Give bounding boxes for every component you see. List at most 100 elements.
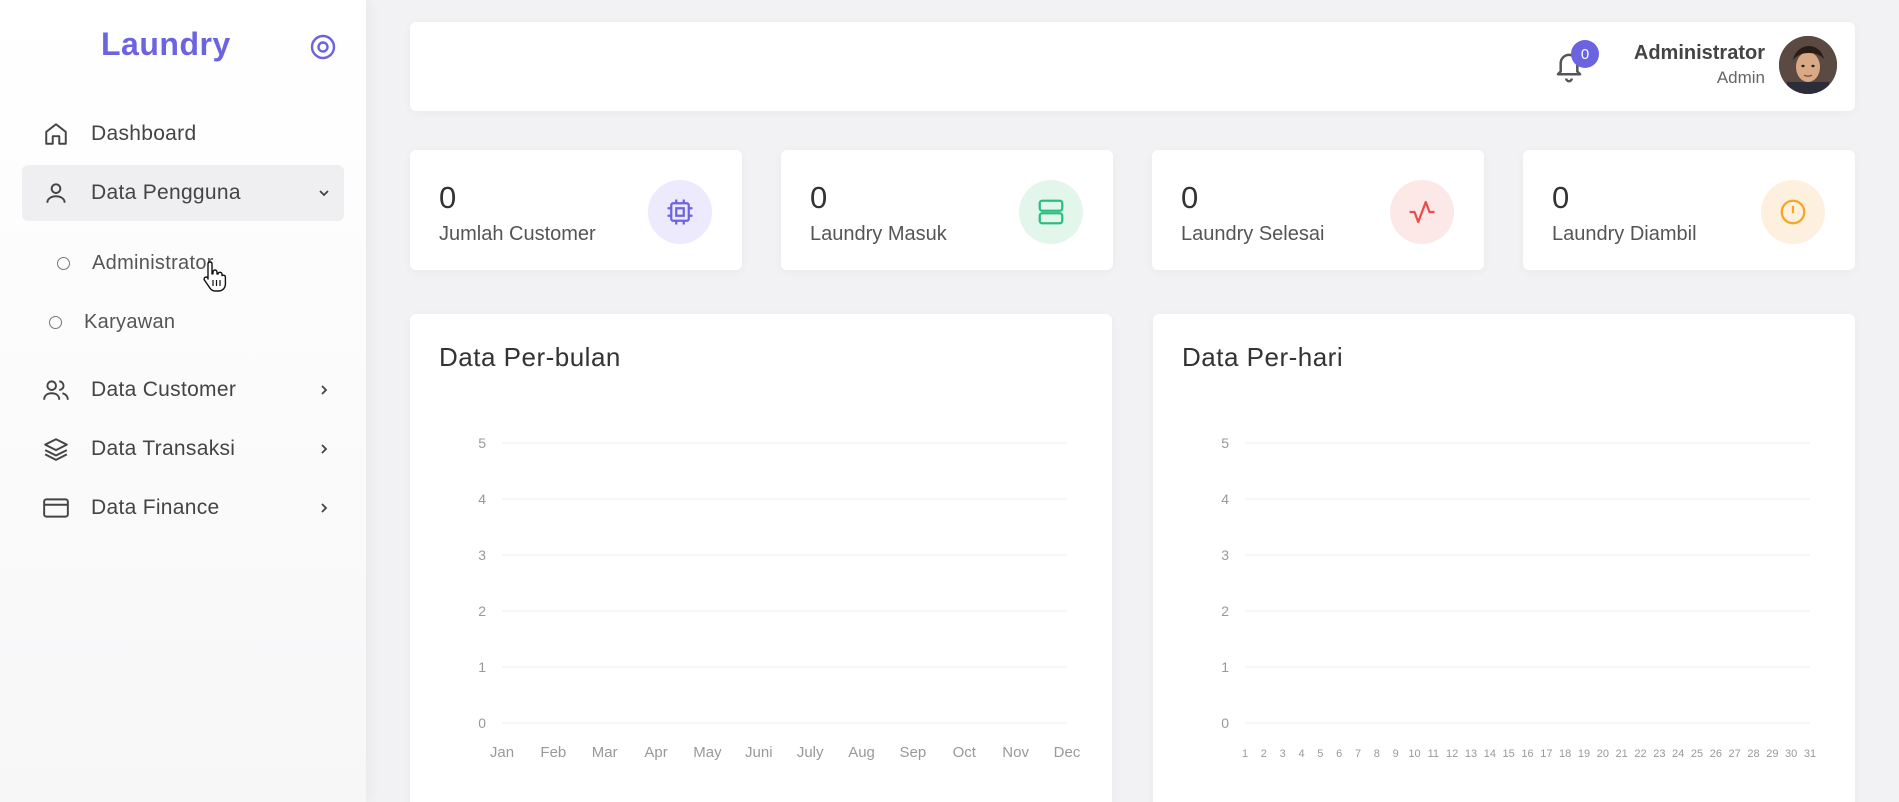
sidebar-item-data-customer[interactable]: Data Customer bbox=[22, 362, 344, 418]
sidebar-subitem-administrator[interactable]: Administrator bbox=[57, 243, 214, 283]
bullet-icon bbox=[57, 256, 70, 270]
server-icon bbox=[1019, 180, 1083, 244]
x-tick-label: 28 bbox=[1747, 748, 1759, 760]
stat-card-laundry-diambil: 0 Laundry Diambil bbox=[1523, 150, 1855, 270]
chart-per-bulan: 0 1 2 3 4 5 Jan Feb Mar Apr May Juni July Aug Sep Oct No… bbox=[478, 435, 1081, 761]
y-tick-label: 0 bbox=[478, 715, 486, 731]
y-tick-label: 1 bbox=[1221, 659, 1229, 675]
x-tick-label: Oct bbox=[953, 744, 977, 761]
sidebar-item-label: Data Transaksi bbox=[91, 437, 236, 460]
stat-card-jumlah-customer: 0 Jumlah Customer bbox=[410, 150, 742, 270]
sidebar-item-label: Data Customer bbox=[91, 378, 237, 401]
x-tick-label: Feb bbox=[540, 744, 566, 761]
y-tick-label: 0 bbox=[1221, 715, 1229, 731]
chart-per-hari: 0123451 2 3 4 5 6 7 8 9 10 11 12 13 14 15 16 17 18 19 20 21 2… bbox=[1221, 435, 1816, 760]
chevron-right-icon bbox=[314, 498, 334, 518]
user-role: Admin bbox=[1716, 68, 1765, 87]
layers-icon bbox=[42, 435, 70, 463]
x-tick-label: 14 bbox=[1484, 748, 1496, 760]
x-tick-label: 12 bbox=[1446, 748, 1458, 760]
x-tick-label: 23 bbox=[1653, 748, 1665, 760]
x-tick-label: 15 bbox=[1503, 748, 1515, 760]
stat-label: Laundry Masuk bbox=[810, 223, 947, 245]
x-tick-label: 17 bbox=[1540, 748, 1552, 760]
y-tick-label: 4 bbox=[478, 491, 486, 507]
top-header: 0 Administrator Admin bbox=[410, 22, 1855, 111]
sidebar-item-dashboard[interactable]: Dashboard bbox=[22, 106, 344, 162]
cpu-icon bbox=[648, 180, 712, 244]
x-tick-label: 30 bbox=[1785, 748, 1797, 760]
chevron-right-icon bbox=[314, 380, 334, 400]
x-tick-label: 25 bbox=[1691, 748, 1703, 760]
avatar[interactable] bbox=[1779, 36, 1837, 94]
x-tick-label: 2 bbox=[1261, 748, 1267, 760]
sidebar-item-label: Dashboard bbox=[91, 122, 197, 145]
y-tick-label: 2 bbox=[478, 603, 486, 619]
x-tick-label: 22 bbox=[1634, 748, 1646, 760]
x-tick-label: 8 bbox=[1374, 748, 1380, 760]
x-tick-label: 7 bbox=[1355, 748, 1361, 760]
x-tick-label: Mar bbox=[592, 744, 618, 761]
x-tick-label: Nov bbox=[1002, 744, 1029, 761]
x-tick-label: Jan bbox=[490, 744, 514, 761]
sidebar-item-data-pengguna[interactable]: Data Pengguna bbox=[22, 165, 344, 221]
x-tick-label: 24 bbox=[1672, 748, 1684, 760]
chart-card-per-bulan: Data Per-bulan 0 1 2 3 4 5 Jan Feb Mar Apr May Juni… bbox=[410, 314, 1112, 802]
x-tick-label: 16 bbox=[1521, 748, 1533, 760]
y-tick-label: 5 bbox=[1221, 435, 1229, 451]
alert-circle-icon bbox=[1761, 180, 1825, 244]
x-tick-label: 19 bbox=[1578, 748, 1590, 760]
chart-card-per-hari: Data Per-hari 0 1 2 3 4 5 1 2 3 4 5 6 7 8 9 10 11 12 13 14 1… bbox=[1153, 314, 1855, 802]
stat-label: Laundry Selesai bbox=[1181, 223, 1325, 245]
chevron-down-icon bbox=[314, 183, 334, 203]
user-icon bbox=[42, 179, 70, 207]
y-tick-label: 5 bbox=[478, 435, 486, 451]
brand-logo[interactable]: Laundry bbox=[101, 26, 231, 63]
x-tick-label: 4 bbox=[1298, 748, 1304, 760]
y-tick-label: 3 bbox=[1221, 547, 1229, 563]
home-icon bbox=[42, 120, 70, 148]
y-tick-label: 2 bbox=[1221, 603, 1229, 619]
sidebar-item-data-transaksi[interactable]: Data Transaksi bbox=[22, 421, 344, 477]
x-tick-label: 9 bbox=[1393, 748, 1399, 760]
stat-card-laundry-masuk: 0 Laundry Masuk bbox=[781, 150, 1113, 270]
stat-label: Laundry Diambil bbox=[1552, 223, 1697, 245]
x-tick-label: 21 bbox=[1616, 748, 1628, 760]
x-tick-label: 26 bbox=[1710, 748, 1722, 760]
user-name[interactable]: Administrator bbox=[1634, 42, 1765, 65]
x-tick-label: 20 bbox=[1597, 748, 1609, 760]
sidebar-item-label: Data Pengguna bbox=[91, 181, 241, 204]
activity-icon bbox=[1390, 180, 1454, 244]
x-tick-label: Dec bbox=[1054, 744, 1081, 761]
sidebar-subitem-karyawan[interactable]: Karyawan bbox=[49, 302, 175, 342]
sidebar-subitem-label: Karyawan bbox=[84, 310, 176, 333]
sidebar-item-data-finance[interactable]: Data Finance bbox=[22, 480, 344, 536]
y-tick-label: 3 bbox=[478, 547, 486, 563]
sidebar-item-label: Data Finance bbox=[91, 496, 220, 519]
x-tick-label: May bbox=[693, 744, 722, 761]
chevron-right-icon bbox=[314, 439, 334, 459]
x-tick-label: 13 bbox=[1465, 748, 1477, 760]
x-tick-label: 1 bbox=[1242, 748, 1248, 760]
x-tick-label: 18 bbox=[1559, 748, 1571, 760]
x-tick-label: 5 bbox=[1317, 748, 1323, 760]
y-tick-label: 1 bbox=[478, 659, 486, 675]
x-tick-label: 29 bbox=[1766, 748, 1778, 760]
x-tick-label: Aug bbox=[848, 744, 875, 761]
x-tick-label: Apr bbox=[644, 744, 667, 761]
notification-badge: 0 bbox=[1571, 40, 1599, 68]
x-tick-label: Juni bbox=[745, 744, 773, 761]
sidebar-toggle-icon[interactable] bbox=[309, 33, 337, 61]
credit-card-icon bbox=[42, 494, 70, 522]
stat-value: 0 bbox=[810, 180, 828, 215]
stat-value: 0 bbox=[439, 180, 457, 215]
x-tick-label: 6 bbox=[1336, 748, 1342, 760]
stat-label: Jumlah Customer bbox=[439, 223, 596, 245]
stat-card-laundry-selesai: 0 Laundry Selesai bbox=[1152, 150, 1484, 270]
bullet-icon bbox=[49, 315, 62, 329]
x-tick-label: Sep bbox=[900, 744, 927, 761]
x-tick-label: July bbox=[797, 744, 824, 761]
x-tick-label: 31 bbox=[1804, 748, 1816, 760]
y-tick-label: 4 bbox=[1221, 491, 1229, 507]
x-tick-label: 11 bbox=[1428, 748, 1439, 760]
